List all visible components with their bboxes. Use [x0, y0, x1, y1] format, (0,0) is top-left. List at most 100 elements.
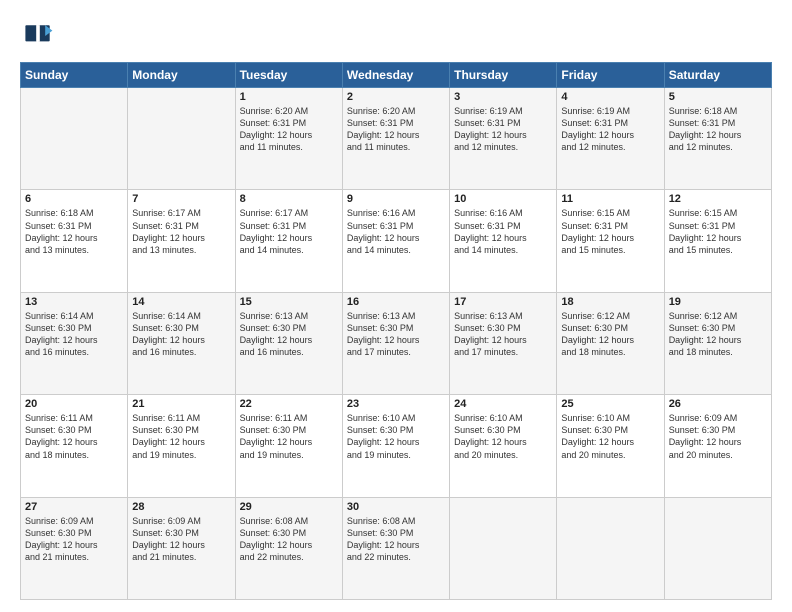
day-info: Sunrise: 6:09 AM Sunset: 6:30 PM Dayligh… — [669, 412, 767, 461]
calendar-cell: 30 Sunrise: 6:08 AM Sunset: 6:30 PM Dayli… — [342, 497, 449, 599]
calendar-cell: 3Sunrise: 6:19 AM Sunset: 6:31 PM Daylig… — [450, 88, 557, 190]
calendar-cell: 27 Sunrise: 6:09 AM Sunset: 6:30 PM Dayli… — [21, 497, 128, 599]
day-number: 25 — [561, 398, 659, 410]
day-number: 22 — [240, 398, 338, 410]
day-info: Sunrise: 6:15 AM Sunset: 6:31 PM Dayligh… — [669, 207, 767, 256]
day-number: 28 — [132, 501, 230, 513]
calendar-cell: 4 Sunrise: 6:19 AM Sunset: 6:31 PM Daylig… — [557, 88, 664, 190]
calendar-cell: 19 Sunrise: 6:12 AM Sunset: 6:30 PM Dayli… — [664, 292, 771, 394]
day-info: Sunrise: 6:10 AM Sunset: 6:30 PM Dayligh… — [561, 412, 659, 461]
day-info: Sunrise: 6:12 AM Sunset: 6:30 PM Dayligh… — [669, 310, 767, 359]
day-number: 30 — [347, 501, 445, 513]
calendar-cell: 17Sunrise: 6:13 AM Sunset: 6:30 PM Dayli… — [450, 292, 557, 394]
calendar-cell: 26 Sunrise: 6:09 AM Sunset: 6:30 PM Dayli… — [664, 395, 771, 497]
day-number: 5 — [669, 91, 767, 103]
calendar-cell: 21 Sunrise: 6:11 AM Sunset: 6:30 PM Dayli… — [128, 395, 235, 497]
day-number: 21 — [132, 398, 230, 410]
logo — [20, 18, 62, 54]
calendar-cell: 24 Sunrise: 6:10 AM Sunset: 6:30 PM Dayli… — [450, 395, 557, 497]
day-number: 11 — [561, 193, 659, 205]
day-number: 27 — [25, 501, 123, 513]
day-number: 1 — [240, 91, 338, 103]
day-number: 6 — [25, 193, 123, 205]
day-number: 7 — [132, 193, 230, 205]
calendar-cell: 2 Sunrise: 6:20 AM Sunset: 6:31 PM Daylig… — [342, 88, 449, 190]
day-info: Sunrise: 6:20 AM Sunset: 6:31 PM Dayligh… — [347, 105, 445, 154]
calendar-cell: 7 Sunrise: 6:17 AM Sunset: 6:31 PM Daylig… — [128, 190, 235, 292]
calendar-cell: 11 Sunrise: 6:15 AM Sunset: 6:31 PM Dayli… — [557, 190, 664, 292]
calendar-cell: 16 Sunrise: 6:13 AM Sunset: 6:30 PM Dayli… — [342, 292, 449, 394]
day-info: Sunrise: 6:15 AM Sunset: 6:31 PM Dayligh… — [561, 207, 659, 256]
day-number: 23 — [347, 398, 445, 410]
calendar-week-4: 20 Sunrise: 6:11 AM Sunset: 6:30 PM Dayli… — [21, 395, 772, 497]
calendar-header-thursday: Thursday — [450, 63, 557, 88]
day-number: 16 — [347, 296, 445, 308]
page: SundayMondayTuesdayWednesdayThursdayFrid… — [0, 0, 792, 612]
day-info: Sunrise: 6:19 AM Sunset: 6:31 PM Dayligh… — [454, 105, 552, 154]
calendar-cell — [557, 497, 664, 599]
day-info: Sunrise: 6:12 AM Sunset: 6:30 PM Dayligh… — [561, 310, 659, 359]
day-number: 12 — [669, 193, 767, 205]
calendar-cell: 8Sunrise: 6:17 AM Sunset: 6:31 PM Daylig… — [235, 190, 342, 292]
day-info: Sunrise: 6:18 AM Sunset: 6:31 PM Dayligh… — [669, 105, 767, 154]
calendar-cell — [128, 88, 235, 190]
day-info: Sunrise: 6:09 AM Sunset: 6:30 PM Dayligh… — [25, 515, 123, 564]
calendar-cell: 14Sunrise: 6:14 AM Sunset: 6:30 PM Dayli… — [128, 292, 235, 394]
day-info: Sunrise: 6:13 AM Sunset: 6:30 PM Dayligh… — [347, 310, 445, 359]
calendar-cell: 9 Sunrise: 6:16 AM Sunset: 6:31 PM Daylig… — [342, 190, 449, 292]
day-number: 2 — [347, 91, 445, 103]
day-number: 20 — [25, 398, 123, 410]
calendar-header-saturday: Saturday — [664, 63, 771, 88]
calendar-cell: 18Sunrise: 6:12 AM Sunset: 6:30 PM Dayli… — [557, 292, 664, 394]
day-info: Sunrise: 6:08 AM Sunset: 6:30 PM Dayligh… — [240, 515, 338, 564]
calendar-week-1: 1 Sunrise: 6:20 AM Sunset: 6:31 PM Daylig… — [21, 88, 772, 190]
day-number: 8 — [240, 193, 338, 205]
day-number: 19 — [669, 296, 767, 308]
day-info: Sunrise: 6:11 AM Sunset: 6:30 PM Dayligh… — [25, 412, 123, 461]
day-info: Sunrise: 6:11 AM Sunset: 6:30 PM Dayligh… — [132, 412, 230, 461]
day-info: Sunrise: 6:13 AM Sunset: 6:30 PM Dayligh… — [240, 310, 338, 359]
calendar-week-5: 27 Sunrise: 6:09 AM Sunset: 6:30 PM Dayli… — [21, 497, 772, 599]
day-info: Sunrise: 6:18 AM Sunset: 6:31 PM Dayligh… — [25, 207, 123, 256]
day-info: Sunrise: 6:08 AM Sunset: 6:30 PM Dayligh… — [347, 515, 445, 564]
calendar-week-2: 6 Sunrise: 6:18 AM Sunset: 6:31 PM Daylig… — [21, 190, 772, 292]
calendar-cell: 13 Sunrise: 6:14 AM Sunset: 6:30 PM Dayli… — [21, 292, 128, 394]
calendar-cell: 15Sunrise: 6:13 AM Sunset: 6:30 PM Dayli… — [235, 292, 342, 394]
day-info: Sunrise: 6:13 AM Sunset: 6:30 PM Dayligh… — [454, 310, 552, 359]
day-number: 13 — [25, 296, 123, 308]
day-info: Sunrise: 6:09 AM Sunset: 6:30 PM Dayligh… — [132, 515, 230, 564]
calendar-cell: 23 Sunrise: 6:10 AM Sunset: 6:30 PM Dayli… — [342, 395, 449, 497]
calendar-week-3: 13 Sunrise: 6:14 AM Sunset: 6:30 PM Dayli… — [21, 292, 772, 394]
calendar-cell — [450, 497, 557, 599]
calendar-header-tuesday: Tuesday — [235, 63, 342, 88]
calendar-cell: 22Sunrise: 6:11 AM Sunset: 6:30 PM Dayli… — [235, 395, 342, 497]
header — [20, 18, 772, 54]
calendar-header-wednesday: Wednesday — [342, 63, 449, 88]
day-number: 26 — [669, 398, 767, 410]
calendar-cell: 20 Sunrise: 6:11 AM Sunset: 6:30 PM Dayli… — [21, 395, 128, 497]
calendar-cell: 29 Sunrise: 6:08 AM Sunset: 6:30 PM Dayli… — [235, 497, 342, 599]
logo-icon — [20, 18, 56, 54]
calendar-cell — [664, 497, 771, 599]
day-info: Sunrise: 6:17 AM Sunset: 6:31 PM Dayligh… — [132, 207, 230, 256]
day-number: 4 — [561, 91, 659, 103]
day-info: Sunrise: 6:16 AM Sunset: 6:31 PM Dayligh… — [454, 207, 552, 256]
day-number: 9 — [347, 193, 445, 205]
day-number: 29 — [240, 501, 338, 513]
calendar-header-monday: Monday — [128, 63, 235, 88]
calendar-cell: 1Sunrise: 6:20 AM Sunset: 6:31 PM Daylig… — [235, 88, 342, 190]
day-number: 14 — [132, 296, 230, 308]
day-info: Sunrise: 6:10 AM Sunset: 6:30 PM Dayligh… — [454, 412, 552, 461]
day-info: Sunrise: 6:10 AM Sunset: 6:30 PM Dayligh… — [347, 412, 445, 461]
day-info: Sunrise: 6:14 AM Sunset: 6:30 PM Dayligh… — [25, 310, 123, 359]
calendar-cell — [21, 88, 128, 190]
day-number: 10 — [454, 193, 552, 205]
calendar-cell: 25 Sunrise: 6:10 AM Sunset: 6:30 PM Dayli… — [557, 395, 664, 497]
day-info: Sunrise: 6:16 AM Sunset: 6:31 PM Dayligh… — [347, 207, 445, 256]
day-number: 24 — [454, 398, 552, 410]
calendar-header-sunday: Sunday — [21, 63, 128, 88]
calendar-cell: 10 Sunrise: 6:16 AM Sunset: 6:31 PM Dayli… — [450, 190, 557, 292]
calendar-cell: 6 Sunrise: 6:18 AM Sunset: 6:31 PM Daylig… — [21, 190, 128, 292]
day-info: Sunrise: 6:19 AM Sunset: 6:31 PM Dayligh… — [561, 105, 659, 154]
calendar-cell: 28 Sunrise: 6:09 AM Sunset: 6:30 PM Dayli… — [128, 497, 235, 599]
